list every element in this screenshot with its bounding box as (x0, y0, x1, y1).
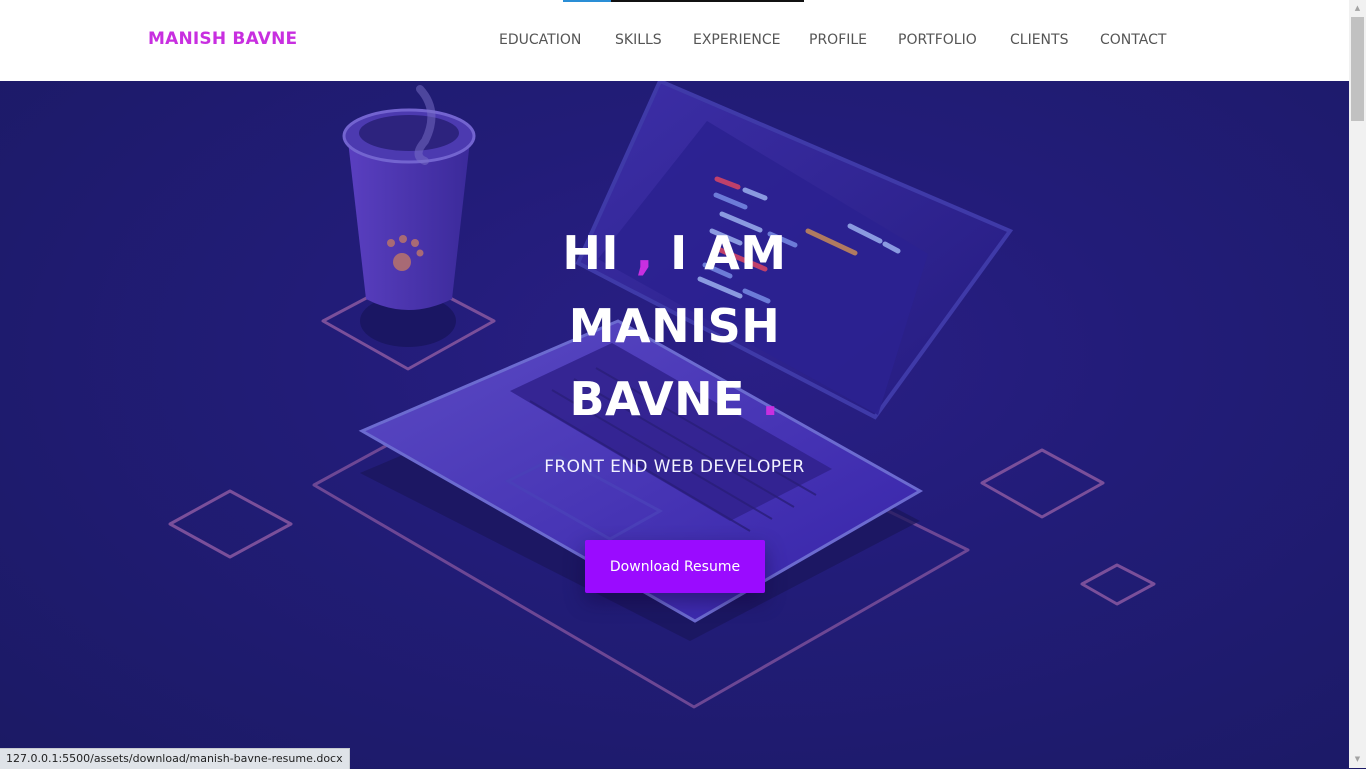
hero-greeting: HI (562, 226, 620, 280)
scrollbar-thumb[interactable] (1351, 17, 1364, 121)
scroll-progress-fill (563, 0, 612, 2)
nav-link-skills[interactable]: SKILLS (615, 32, 662, 48)
diamond-outline-left (168, 489, 293, 559)
hero-heading: HI , I AM MANISH BAVNE . (0, 217, 1349, 436)
nav-link-contact[interactable]: CONTACT (1100, 32, 1166, 48)
diamond-outline-right-small (1080, 563, 1156, 606)
download-resume-button[interactable]: Download Resume (585, 540, 765, 593)
scroll-down-arrow-icon[interactable]: ▼ (1349, 751, 1366, 768)
hero-i-am: I AM (670, 226, 787, 280)
nav-link-experience[interactable]: EXPERIENCE (693, 32, 781, 48)
nav-link-clients[interactable]: CLIENTS (1010, 32, 1068, 48)
link-status-bar: 127.0.0.1:5500/assets/download/manish-ba… (0, 748, 350, 769)
hero-comma: , (635, 226, 654, 280)
page-scrollbar[interactable]: ▲ ▼ (1349, 0, 1366, 768)
hero-section: HI , I AM MANISH BAVNE . FRONT END WEB D… (0, 81, 1349, 768)
hero-first-name: MANISH (568, 299, 781, 353)
scroll-progress-bar (563, 0, 804, 2)
nav-link-profile[interactable]: PROFILE (809, 32, 867, 48)
nav-link-education[interactable]: EDUCATION (499, 32, 581, 48)
nav-link-portfolio[interactable]: PORTFOLIO (898, 32, 977, 48)
scroll-up-arrow-icon[interactable]: ▲ (1349, 0, 1366, 17)
hero-last-name: BAVNE (569, 372, 746, 426)
hero-period: . (761, 372, 780, 426)
main-nav: EDUCATION SKILLS EXPERIENCE PROFILE PORT… (0, 32, 1349, 52)
site-header: MANISH BAVNE EDUCATION SKILLS EXPERIENCE… (0, 0, 1349, 81)
hero-subtitle: FRONT END WEB DEVELOPER (544, 457, 805, 477)
